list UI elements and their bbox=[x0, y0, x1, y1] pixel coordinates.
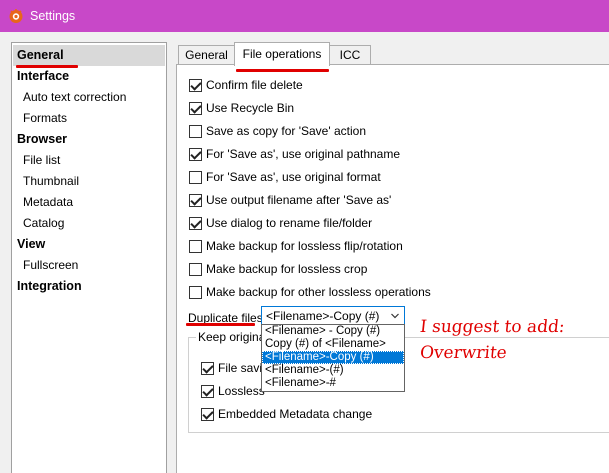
option-label: For 'Save as', use original format bbox=[206, 170, 381, 184]
option-backup-crop[interactable]: Make backup for lossless crop bbox=[189, 260, 367, 278]
option-label: Lossless bbox=[218, 384, 265, 398]
nav-item-general[interactable]: General bbox=[13, 45, 165, 66]
option-rename-dialog[interactable]: Use dialog to rename file/folder bbox=[189, 214, 372, 232]
duplicate-files-value: <Filename>-Copy (#) bbox=[266, 308, 380, 323]
nav-item-integration[interactable]: Integration bbox=[17, 276, 82, 297]
dropdown-option[interactable]: <Filename>-# bbox=[262, 377, 404, 390]
tab-file-operations[interactable]: File operations bbox=[234, 42, 330, 66]
option-label: Use dialog to rename file/folder bbox=[206, 216, 373, 230]
nav-item-file-list[interactable]: File list bbox=[23, 150, 60, 171]
checkbox[interactable] bbox=[189, 101, 202, 115]
nav-item-auto-text-correction[interactable]: Auto text correction bbox=[23, 87, 126, 108]
option-label: Make backup for lossless crop bbox=[206, 262, 368, 276]
nav-item-metadata[interactable]: Metadata bbox=[23, 192, 73, 213]
checkbox[interactable] bbox=[189, 147, 202, 161]
nav-item-interface[interactable]: Interface bbox=[17, 66, 69, 87]
annotation-underline-duplicate-files bbox=[186, 323, 255, 326]
option-backup-flip-rotation[interactable]: Make backup for lossless flip/rotation bbox=[189, 237, 403, 255]
chevron-down-icon[interactable] bbox=[391, 312, 399, 320]
tab-general[interactable]: General bbox=[178, 45, 235, 65]
option-save-as-copy[interactable]: Save as copy for 'Save' action bbox=[189, 122, 366, 140]
annotation-underline-file-operations bbox=[236, 69, 329, 72]
nav-item-fullscreen[interactable]: Fullscreen bbox=[23, 255, 78, 276]
option-label: Use output filename after 'Save as' bbox=[206, 193, 392, 207]
checkbox[interactable] bbox=[189, 193, 202, 207]
option-original-pathname[interactable]: For 'Save as', use original pathname bbox=[189, 145, 400, 163]
checkbox[interactable] bbox=[189, 124, 202, 138]
nav-item-formats[interactable]: Formats bbox=[23, 108, 67, 129]
option-original-format[interactable]: For 'Save as', use original format bbox=[189, 168, 381, 186]
option-lossless[interactable]: Lossless bbox=[201, 382, 265, 400]
option-confirm-file-delete[interactable]: Confirm file delete bbox=[189, 76, 303, 94]
checkbox[interactable] bbox=[201, 384, 214, 398]
nav-item-view[interactable]: View bbox=[17, 234, 45, 255]
duplicate-files-select[interactable]: <Filename>-Copy (#) bbox=[261, 306, 405, 325]
option-label: Make backup for other lossless operation… bbox=[206, 285, 431, 299]
keep-original-title: Keep original bbox=[196, 330, 271, 344]
checkbox[interactable] bbox=[189, 262, 202, 276]
title-bar: Settings bbox=[0, 0, 609, 32]
option-use-recycle-bin[interactable]: Use Recycle Bin bbox=[189, 99, 294, 117]
checkbox[interactable] bbox=[201, 407, 214, 421]
nav-item-catalog[interactable]: Catalog bbox=[23, 213, 64, 234]
option-output-filename[interactable]: Use output filename after 'Save as' bbox=[189, 191, 391, 209]
option-label: Save as copy for 'Save' action bbox=[206, 124, 367, 138]
checkbox[interactable] bbox=[189, 239, 202, 253]
option-label: Embedded Metadata change bbox=[218, 407, 373, 421]
tab-icc[interactable]: ICC bbox=[329, 45, 371, 65]
nav-item-thumbnail[interactable]: Thumbnail bbox=[23, 171, 79, 192]
dropdown-option[interactable]: <Filename>-(#) bbox=[262, 364, 404, 377]
app-logo-icon bbox=[9, 9, 23, 23]
checkbox[interactable] bbox=[189, 216, 202, 230]
option-backup-other[interactable]: Make backup for other lossless operation… bbox=[189, 283, 431, 301]
annotation-note-line1: I suggest to add: bbox=[418, 317, 566, 337]
option-label: Make backup for lossless flip/rotation bbox=[206, 239, 403, 253]
duplicate-files-dropdown: <Filename> - Copy (#) Copy (#) of <Filen… bbox=[261, 324, 405, 392]
dropdown-option[interactable]: Copy (#) of <Filename> bbox=[262, 338, 404, 351]
nav-item-browser[interactable]: Browser bbox=[17, 129, 67, 150]
settings-nav: General Interface Auto text correction F… bbox=[11, 42, 167, 473]
option-label: Confirm file delete bbox=[206, 78, 303, 92]
option-label: Use Recycle Bin bbox=[206, 101, 295, 115]
window-title: Settings bbox=[30, 9, 76, 23]
option-file-saving[interactable]: File savin bbox=[201, 359, 269, 377]
option-label: For 'Save as', use original pathname bbox=[206, 147, 401, 161]
option-embedded-metadata[interactable]: Embedded Metadata change bbox=[201, 405, 372, 423]
file-operations-panel: Confirm file delete Use Recycle Bin Save… bbox=[176, 64, 609, 473]
checkbox[interactable] bbox=[189, 285, 202, 299]
annotation-note-line2: Overwrite bbox=[418, 343, 508, 363]
checkbox[interactable] bbox=[201, 361, 214, 375]
checkbox[interactable] bbox=[189, 170, 202, 184]
annotation-underline-general bbox=[16, 65, 78, 68]
checkbox[interactable] bbox=[189, 78, 202, 92]
dropdown-option[interactable]: <Filename> - Copy (#) bbox=[262, 325, 404, 338]
dropdown-option-selected[interactable]: <Filename>-Copy (#) bbox=[262, 351, 404, 364]
